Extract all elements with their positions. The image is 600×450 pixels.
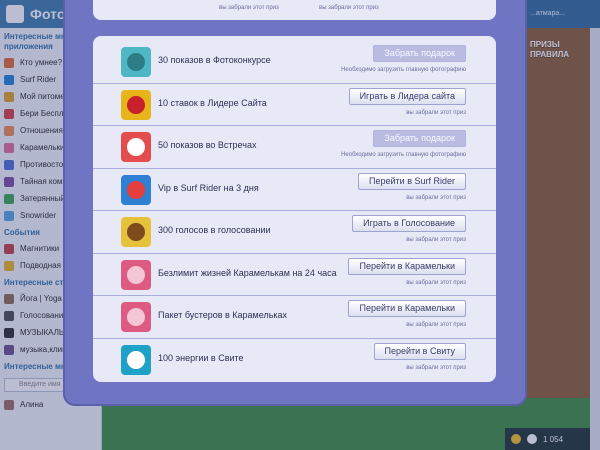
task-title: 30 показов в Фотоконкурсе bbox=[158, 55, 271, 65]
task-note: вы забрали этот приз bbox=[406, 279, 466, 286]
previous-tasks-panel: вы забрали этот приз вы забрали этот при… bbox=[93, 0, 496, 20]
task-note: вы забрали этот приз bbox=[319, 5, 379, 11]
task-row: Безлимит жизней Карамелькам на 24 часа Пе… bbox=[93, 254, 496, 296]
task-note: вы забрали этот приз bbox=[406, 194, 466, 201]
go-to-app-button[interactable]: Перейти в Карамельки bbox=[348, 257, 466, 275]
go-to-app-button[interactable]: Перейти в Карамельки bbox=[348, 300, 466, 317]
task-note: Необходимо загрузить главную фотографию bbox=[341, 152, 466, 158]
icon-emblem bbox=[127, 265, 145, 284]
task-note: вы забрали этот приз bbox=[406, 364, 466, 371]
surf-rider-icon bbox=[121, 174, 151, 205]
icon-emblem bbox=[127, 53, 145, 71]
icon-emblem bbox=[127, 350, 145, 369]
icon-emblem bbox=[127, 308, 145, 326]
task-row: 30 показов в Фотоконкурсе Забрать подарок… bbox=[93, 41, 496, 84]
caramel-icon bbox=[121, 259, 151, 290]
task-row: 100 энергии в Свите Перейти в Свиту вы заб… bbox=[93, 339, 496, 382]
retinue-icon bbox=[121, 344, 151, 375]
task-row: Vip в Surf Rider на 3 дня Перейти в Surf … bbox=[93, 169, 496, 211]
task-title: 50 показов во Встречах bbox=[158, 140, 257, 150]
claim-gift-button[interactable]: Забрать подарок bbox=[373, 130, 466, 147]
task-title: Безлимит жизней Карамелькам на 24 часа bbox=[158, 267, 337, 278]
claim-gift-button[interactable]: Забрать подарок bbox=[373, 45, 466, 62]
icon-emblem bbox=[127, 180, 145, 199]
go-to-app-button[interactable]: Перейти в Свиту bbox=[373, 342, 466, 360]
task-row: 50 показов во Встречах Забрать подарок Нео… bbox=[93, 126, 496, 169]
icon-emblem bbox=[127, 223, 145, 241]
task-title: 300 голосов в голосовании bbox=[158, 225, 271, 235]
site-leader-icon bbox=[121, 89, 151, 120]
voting-icon bbox=[121, 217, 151, 247]
icon-emblem bbox=[127, 138, 145, 156]
task-note: Необходимо загрузить главную фотографию bbox=[341, 67, 466, 73]
gifts-dialog: вы забрали этот приз вы забрали этот при… bbox=[63, 0, 527, 406]
task-note: вы забрали этот приз bbox=[406, 109, 466, 116]
task-note: вы забрали этот приз bbox=[406, 322, 466, 328]
go-to-app-button[interactable]: Играть в Лидера сайта bbox=[348, 87, 466, 105]
task-title: 100 энергии в Свите bbox=[158, 352, 244, 363]
go-to-app-button[interactable]: Перейти в Surf Rider bbox=[358, 172, 466, 190]
caramel-boosters-icon bbox=[121, 302, 151, 332]
meetings-heart-icon bbox=[121, 132, 151, 162]
task-row: 10 ставок в Лидере Сайта Играть в Лидера … bbox=[93, 84, 496, 126]
photo-contest-icon bbox=[121, 47, 151, 77]
task-row: 300 голосов в голосовании Играть в Голосо… bbox=[93, 211, 496, 254]
task-note: вы забрали этот приз bbox=[219, 5, 279, 11]
go-to-app-button[interactable]: Играть в Голосование bbox=[352, 215, 466, 232]
task-title: Vip в Surf Rider на 3 дня bbox=[158, 182, 259, 193]
task-note: вы забрали этот приз bbox=[406, 237, 466, 243]
tasks-list: 30 показов в Фотоконкурсе Забрать подарок… bbox=[93, 36, 496, 382]
task-title: 10 ставок в Лидере Сайта bbox=[158, 97, 267, 108]
task-row: Пакет бустеров в Карамельках Перейти в Ка… bbox=[93, 296, 496, 339]
task-title: Пакет бустеров в Карамельках bbox=[158, 310, 288, 320]
icon-emblem bbox=[127, 95, 145, 114]
